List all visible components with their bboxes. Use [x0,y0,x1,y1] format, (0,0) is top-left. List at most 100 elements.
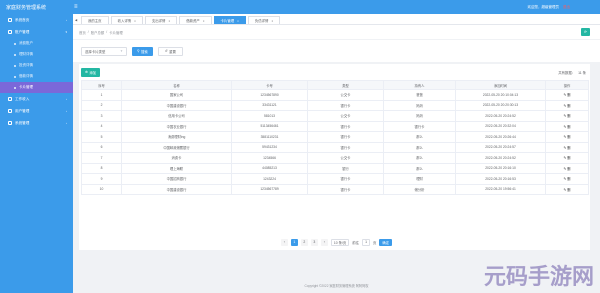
page-button[interactable]: 3 [310,238,318,246]
goto-prefix: 前往 [352,240,360,245]
chevron-down-icon: ▼ [120,49,123,53]
table-count-value: 11 条 [578,70,586,75]
sidebar-subitem-label: 消费账户 [19,41,33,45]
row-actions[interactable]: ✎ 删 [545,99,589,111]
menu-icon [8,18,12,22]
close-icon[interactable]: × [203,19,205,23]
table-cell: 中国农业银行 [121,120,232,132]
column-header: 名称 [121,80,232,90]
table-cell: 1243224 [231,173,308,185]
next-page-button[interactable]: › [320,238,328,246]
page-button[interactable]: 1 [290,238,298,246]
column-header: 序号 [81,80,122,90]
tab-item[interactable]: 卡片管理 × [213,16,246,24]
add-button[interactable]: ⊕ 添加 [81,67,101,77]
table-panel: ⊕ 添加 共有数据： 11 条 序号 名称 卡号 类型 持有人 添加时间 操作 1 国家公司 1… [79,64,590,250]
prev-page-button[interactable]: ‹ [280,238,288,246]
row-actions[interactable]: ✎ 删 [545,89,589,101]
row-actions[interactable]: ✎ 删 [545,120,589,132]
search-button[interactable]: ⚲ 搜索 [132,46,153,56]
table-cell: 那么 [383,141,456,153]
table-count: 共有数据： 11 条 [558,70,586,75]
menu-icon [8,97,12,101]
column-header: 持有人 [383,80,456,90]
bullet-icon [14,53,16,56]
sidebar-item-label: 用户管理 [15,108,30,113]
logout-link[interactable]: 退出 [563,5,570,10]
row-actions[interactable]: ✎ 删 [545,110,589,122]
sidebar-subitem[interactable]: 投资详情 [0,60,73,71]
table-cell: 9 [81,173,122,185]
table-cell: 那么 [383,131,456,143]
menu-toggle-icon[interactable]: ≡ [74,4,78,10]
table-cell: 1 [81,89,122,101]
card-type-select[interactable]: 选择卡片类型 ▼ [81,46,127,56]
table-cell: 银行卡 [307,141,384,153]
table-cell: 那么 [383,162,456,174]
sidebar-subitem[interactable]: 理财详情 [0,49,73,60]
sidebar-subitem-label: 卡片管理 [19,85,33,89]
sidebar-subitem[interactable]: 卡片管理 [0,82,73,93]
table-cell: 1234567789 [231,183,308,195]
tab-item[interactable]: 支出详情 × [144,16,178,24]
sidebar-subitem[interactable]: 借款详情 [0,71,73,82]
bullet-icon [14,42,16,45]
page-size-select[interactable]: 10 条/页 [330,238,350,246]
tab-item[interactable]: 借款资产 × [179,16,212,24]
table-cell: 2022-05-20 20:24:52 [455,152,546,164]
refresh-button[interactable]: ⟳ [581,28,590,36]
pagination: ‹ 1 2 3 › 10 条/页 前往 1 页确定 [73,237,600,247]
bullet-icon [14,86,16,89]
table-cell: 银行卡 [383,120,456,132]
sidebar-item-label: 系统管理 [15,120,30,125]
close-icon[interactable]: × [168,19,170,23]
tab-scroll-left-icon[interactable]: ◀ [73,16,79,24]
row-actions[interactable]: ✎ 删 [545,162,589,174]
sidebar-item[interactable]: 用户管理 › [0,105,73,117]
breadcrumb-separator: / [106,30,108,34]
table-row: 1 国家公司 1234567890 公交卡 爸爸 2022-05-20 20:10:04:… [81,89,589,101]
goto-confirm-button[interactable]: 确定 [379,238,393,246]
table-cell: 44085213 [231,162,308,174]
close-icon[interactable]: × [271,19,273,23]
tab-label: 负债详情 [254,19,269,23]
table-cell: 公交卡 [307,152,384,164]
table-cell: 2022-05-20 19:56:41 [455,183,546,195]
sidebar-item-label: 工作收入 [15,96,30,101]
tab-item[interactable]: 负债详情 × [247,16,281,24]
sidebar-item[interactable]: 账户管理 ▾ [0,26,73,38]
table-row: 9 中国招商银行 1243224 银行卡 理财 2022-05-20 20:16:53 ✎ … [81,173,589,185]
sidebar-item[interactable]: 工作收入 › [0,93,73,105]
reset-button[interactable]: ↺ 重置 [157,46,183,56]
row-actions[interactable]: ✎ 删 [545,141,589,153]
tab-item[interactable]: 我的主页 [81,16,109,24]
row-actions[interactable]: ✎ 删 [545,183,589,195]
tab-item[interactable]: 收入详情 × [110,16,143,24]
menu-icon [8,121,12,125]
breadcrumb-item[interactable]: 首页 [79,30,86,35]
site-watermark: 元码手游网 [483,265,594,290]
page-button[interactable]: 2 [300,238,308,246]
row-actions[interactable]: ✎ 删 [545,131,589,143]
tab-label: 支出详情 [151,19,166,23]
table-cell: 8 [81,162,122,174]
app-title: 家庭财务管理系统 [6,4,47,11]
sidebar-item[interactable]: 系统管理 › [0,117,73,129]
reset-button-label: 重置 [169,49,176,54]
breadcrumb-item: 卡片管理 [109,30,123,35]
table-cell: 5 [81,131,122,143]
table-cell: 2022-05-20 20:26:44 [455,131,546,143]
breadcrumb-item[interactable]: 账户总额 [91,30,105,35]
close-icon[interactable]: × [237,19,239,23]
filter-bar: 选择卡片类型 ▼ ⚲ 搜索 ↺ 重置 [73,40,600,62]
row-actions[interactable]: ✎ 删 [545,173,589,185]
table-cell: 公交卡 [307,89,384,101]
sidebar-subitem[interactable]: 消费账户 [0,38,73,49]
row-actions[interactable]: ✎ 删 [545,152,589,164]
table-cell: 妈妈 [383,99,456,111]
sidebar-item[interactable]: 系统首页 › [0,14,73,26]
menu-icon [8,109,12,113]
goto-page-input[interactable]: 1 [362,238,370,246]
close-icon[interactable]: × [134,19,136,23]
table-cell: 中国招商银行 [121,173,232,185]
